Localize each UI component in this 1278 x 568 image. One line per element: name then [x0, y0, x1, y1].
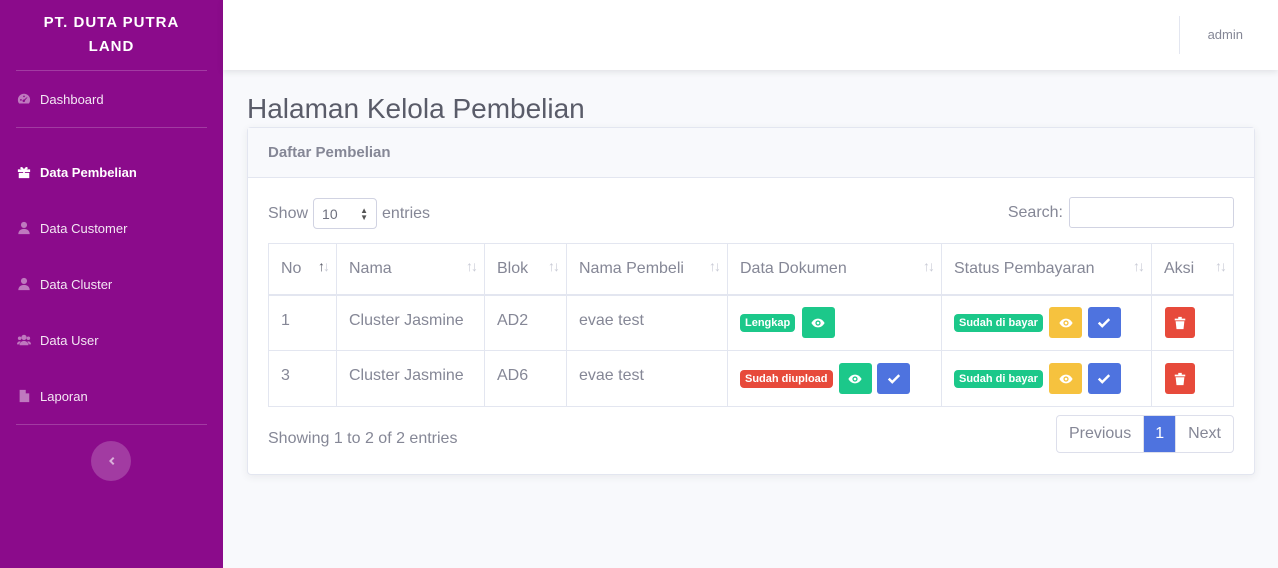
cell-status: Sudah di bayar — [941, 294, 1152, 351]
cell-nama: Cluster Jasmine — [336, 294, 485, 351]
search-label: Search: — [1007, 203, 1063, 221]
cell-no: 3 — [268, 350, 337, 407]
cell-no: 1 — [268, 294, 337, 351]
verify-payment-button[interactable] — [1087, 307, 1121, 339]
entries-value: 10 — [322, 205, 338, 222]
previous-button[interactable]: Previous — [1057, 416, 1145, 452]
user-menu[interactable]: admin — [1208, 27, 1243, 42]
trash-icon — [1174, 372, 1186, 385]
cell-status: Sudah di bayar — [941, 350, 1152, 407]
sidebar-item-data-customer[interactable]: Data Customer — [0, 200, 223, 256]
cell-pembeli: evae test — [566, 350, 728, 407]
purchase-table: No ↑↓ Nama ↑↓ Blok ↑↓ Nama Pembeli ↑↓ Data D… — [268, 243, 1234, 407]
search-input[interactable] — [1069, 197, 1234, 228]
sidebar-item-data-user[interactable]: Data User — [0, 312, 223, 368]
select-arrows-icon: ▲ ▼ — [360, 205, 369, 222]
payment-status-badge: Sudah di bayar — [954, 313, 1043, 332]
sidebar-toggle-button[interactable] — [91, 441, 131, 481]
sidebar-item-label: Data User — [40, 332, 99, 348]
document-status-badge: Sudah diupload — [740, 369, 833, 388]
card-header: Daftar Pembelian — [248, 128, 1254, 178]
sidebar-item-label: Data Cluster — [40, 276, 113, 292]
sort-asc-icon: ↑↓ — [318, 258, 330, 274]
cell-pembeli: evae test — [566, 294, 728, 351]
eye-icon — [1059, 318, 1073, 328]
sidebar: PT. DUTA PUTRA LAND Dashboard Data Pembe… — [0, 0, 223, 568]
check-icon — [1098, 373, 1111, 384]
sidebar-divider — [16, 424, 207, 425]
sidebar-item-dashboard[interactable]: Dashboard — [0, 71, 223, 127]
sidebar-item-label: Data Customer — [40, 220, 128, 236]
cell-blok: AD2 — [484, 294, 567, 351]
verify-payment-button[interactable] — [1087, 363, 1121, 394]
sort-icon: ↑↓ — [548, 258, 560, 274]
tachometer-icon — [16, 91, 32, 107]
file-icon — [16, 388, 32, 404]
sort-icon: ↑↓ — [1133, 258, 1145, 274]
sidebar-item-laporan[interactable]: Laporan — [0, 368, 223, 424]
sort-icon: ↑↓ — [466, 258, 478, 274]
delete-button[interactable] — [1165, 363, 1195, 394]
eye-icon — [1059, 374, 1073, 383]
column-header-nama-pembeli[interactable]: Nama Pembeli ↑↓ — [566, 243, 728, 296]
sidebar-divider — [16, 127, 207, 128]
next-button[interactable]: Next — [1175, 416, 1233, 452]
column-header-no[interactable]: No ↑↓ — [268, 243, 337, 296]
verify-document-button[interactable] — [877, 363, 911, 394]
entries-length-control: Show 10 ▲ ▼ entries — [268, 198, 430, 229]
sidebar-item-label: Laporan — [40, 388, 88, 404]
chevron-left-icon — [109, 457, 115, 465]
column-header-data-dokumen[interactable]: Data Dokumen ↑↓ — [727, 243, 942, 296]
entries-select[interactable]: 10 ▲ ▼ — [313, 198, 378, 229]
pagination: Previous 1 Next — [1055, 415, 1234, 453]
sidebar-item-label: Data Pembelian — [40, 164, 137, 180]
eye-icon — [848, 374, 863, 383]
document-status-badge: Lengkap — [740, 313, 796, 332]
payment-status-badge: Sudah di bayar — [954, 369, 1043, 388]
sort-icon: ↑↓ — [923, 258, 935, 274]
view-document-button[interactable] — [838, 363, 872, 394]
cell-aksi — [1151, 294, 1234, 351]
brand-name[interactable]: PT. DUTA PUTRA LAND — [0, 0, 223, 70]
gift-icon — [16, 164, 32, 180]
trash-icon — [1174, 316, 1186, 329]
column-header-aksi[interactable]: Aksi ↑↓ — [1151, 243, 1234, 296]
page-1-button[interactable]: 1 — [1144, 416, 1176, 452]
sidebar-item-data-pembelian[interactable]: Data Pembelian — [0, 144, 223, 200]
column-header-blok[interactable]: Blok ↑↓ — [484, 243, 567, 296]
page-title: Halaman Kelola Pembelian — [247, 93, 585, 124]
delete-button[interactable] — [1165, 307, 1195, 339]
table-row: 3 Cluster Jasmine AD6 evae test Sudah di… — [268, 350, 1234, 407]
column-header-nama[interactable]: Nama ↑↓ — [336, 243, 485, 296]
cell-dokumen: Sudah diupload — [727, 350, 942, 407]
show-label: Show — [268, 204, 309, 222]
cell-blok: AD6 — [484, 350, 567, 407]
cell-dokumen: Lengkap — [727, 294, 942, 351]
sidebar-item-label: Dashboard — [40, 91, 104, 107]
purchase-card: Daftar Pembelian Show 10 ▲ ▼ entries Sear… — [247, 127, 1255, 475]
entries-label: entries — [382, 204, 431, 222]
table-row: 1 Cluster Jasmine AD2 evae test Lengkap … — [268, 294, 1234, 351]
view-payment-button[interactable] — [1049, 363, 1083, 394]
users-icon — [16, 332, 32, 348]
view-payment-button[interactable] — [1049, 307, 1083, 339]
user-icon — [16, 276, 32, 292]
topbar-divider — [1179, 16, 1180, 54]
cell-nama: Cluster Jasmine — [336, 350, 485, 407]
column-header-status-pembayaran[interactable]: Status Pembayaran ↑↓ — [941, 243, 1152, 296]
cell-aksi — [1151, 350, 1234, 407]
sidebar-item-data-cluster[interactable]: Data Cluster — [0, 256, 223, 312]
search-control: Search: — [1008, 197, 1234, 228]
sort-icon: ↑↓ — [709, 258, 721, 274]
check-icon — [1098, 317, 1111, 328]
eye-icon — [811, 318, 825, 328]
table-info: Showing 1 to 2 of 2 entries — [268, 430, 458, 447]
view-document-button[interactable] — [801, 307, 835, 339]
check-icon — [887, 373, 901, 384]
sort-icon: ↑↓ — [1215, 258, 1227, 274]
user-icon — [16, 220, 32, 236]
topbar: admin — [223, 0, 1278, 70]
